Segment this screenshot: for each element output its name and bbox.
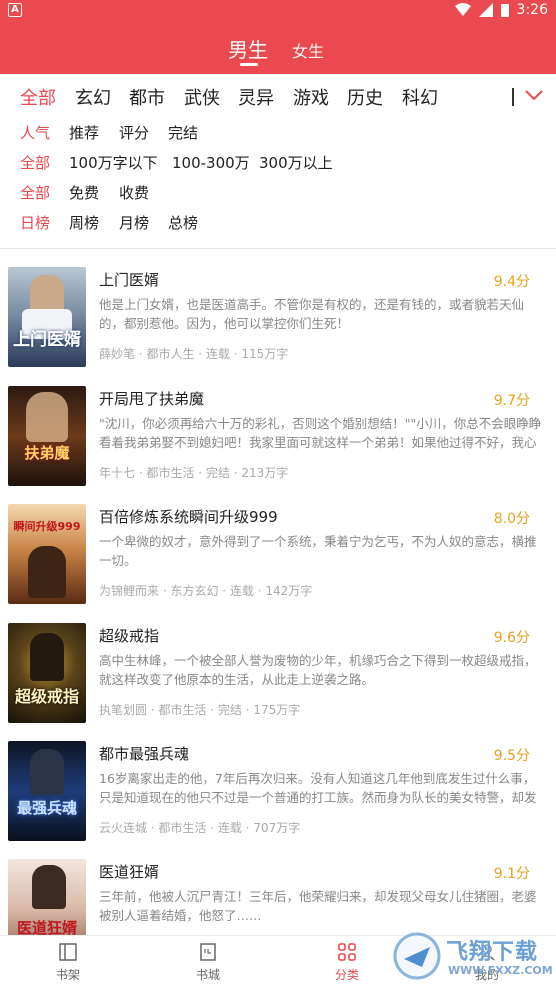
filter-daily[interactable]: 日榜 [20, 212, 50, 233]
book-title[interactable]: 开局甩了扶弟魔 [99, 388, 204, 409]
category-lishi[interactable]: 历史 [347, 84, 383, 110]
filter-rating[interactable]: 评分 [119, 122, 149, 143]
book-score: 9.5分 [493, 748, 530, 764]
book-title[interactable]: 都市最强兵魂 [99, 743, 189, 764]
filter-row-length: 全部 100万字以下 100-300万 300万以上 [0, 152, 556, 182]
notification-icon: A [8, 3, 22, 17]
book-title[interactable]: 医道狂婿 [99, 861, 159, 882]
book-cover[interactable]: 扶弟魔 [8, 386, 86, 486]
book-meta: 为锦鲤而来 · 东方玄幻 · 连载 · 142万字 [99, 584, 313, 598]
watermark-text: 飞翔下载 [446, 940, 539, 965]
signal-icon [478, 3, 493, 17]
filter-divider [0, 248, 556, 249]
filter-price-all[interactable]: 全部 [20, 182, 50, 203]
wifi-icon [454, 3, 471, 16]
nav-label: 书架 [55, 968, 80, 982]
tab-female[interactable]: 女生 [292, 38, 324, 62]
filter-weekly[interactable]: 周榜 [69, 212, 99, 233]
filter-length-all[interactable]: 全部 [20, 152, 50, 173]
filter-completed[interactable]: 完结 [168, 122, 198, 143]
nav-category[interactable]: 分类 [317, 942, 377, 983]
watermark-url: WWW.FXXZ.COM [448, 964, 553, 977]
category-divider [512, 88, 514, 106]
battery-icon [500, 4, 509, 17]
book-item[interactable]: 超级戒指 超级戒指 9.6分 高中生林峰，一个被全部人誉为废物的少年，机缘巧合之… [0, 623, 556, 741]
filter-recommend[interactable]: 推荐 [69, 122, 99, 143]
book-item[interactable]: 瞬间升级999 百倍修炼系统瞬间升级999 8.0分 一个卑微的奴才，意外得到了… [0, 504, 556, 622]
filter-under-1m[interactable]: 100万字以下 [69, 152, 158, 173]
book-meta: 年十七 · 都市生活 · 完结 · 213万字 [99, 466, 289, 480]
filter-free[interactable]: 免费 [69, 182, 99, 203]
category-all[interactable]: 全部 [20, 84, 56, 110]
filter-popularity[interactable]: 人气 [20, 122, 50, 143]
grid-icon [338, 943, 356, 961]
book-item[interactable]: 最强兵魂 都市最强兵魂 9.5分 16岁离家出走的他，7年后再次归来。没有人知道… [0, 741, 556, 859]
book-description: 高中生林峰，一个被全部人誉为废物的少年，机缘巧合之下得到一枚超级戒指，就这样改变… [99, 653, 537, 687]
book-title[interactable]: 超级戒指 [99, 625, 159, 646]
book-description: "沈川，你必须再给六十万的彩礼，否则这个婚别想结！""小川，你总不会眼睁睁看着我… [99, 416, 542, 450]
status-icons: 3:26 [454, 2, 548, 18]
filter-total[interactable]: 总榜 [168, 212, 198, 233]
status-time: 3:26 [516, 2, 548, 18]
book-score: 9.7分 [493, 393, 530, 409]
book-description: 一个卑微的奴才，意外得到了一个系统，秉着宁为乞丐，不为人奴的意志，横推一切。 [99, 534, 537, 568]
book-description: 他是上门女婿，也是医道高手。不管你是有权的，还是有钱的，或者貌若天仙的，都别惹他… [99, 297, 525, 331]
cover-title: 扶弟魔 [24, 444, 70, 462]
cover-title: 超级戒指 [14, 687, 79, 706]
book-score: 9.4分 [493, 274, 530, 290]
cover-title: 医道狂婿 [16, 919, 77, 935]
book-meta: 云火连城 · 都市生活 · 连载 · 707万字 [99, 821, 301, 835]
watermark-logo-icon [393, 932, 441, 980]
category-youxi[interactable]: 游戏 [293, 84, 329, 110]
filter-monthly[interactable]: 月榜 [119, 212, 149, 233]
nav-label: 分类 [334, 968, 359, 982]
cover-title: 最强兵魂 [16, 799, 77, 817]
book-meta: 执笔划圆 · 都市生活 · 完结 · 175万字 [99, 703, 301, 717]
book-title[interactable]: 上门医婿 [99, 269, 159, 290]
book-cover[interactable]: 上门医婿 [8, 267, 86, 367]
nav-bookshelf[interactable]: 书架 [38, 942, 98, 983]
filter-row-price: 全部 免费 收费 [0, 182, 556, 212]
chevron-down-icon[interactable] [524, 88, 544, 102]
book-description: 16岁离家出走的他，7年后再次归来。没有人知道这几年他到底发生过什么事，只是知道… [99, 771, 537, 805]
filter-paid[interactable]: 收费 [119, 182, 149, 203]
book-cover[interactable]: 瞬间升级999 [8, 504, 86, 604]
tab-male[interactable]: 男生 [228, 34, 268, 63]
book-score: 9.6分 [493, 630, 530, 646]
cover-title: 上门医婿 [13, 330, 81, 350]
book-description: 三年前，他被人沉尸青江！三年后，他荣耀归来，却发现父母女儿住猪圈，老婆被别人逼着… [99, 889, 537, 923]
category-kehuan[interactable]: 科幻 [402, 84, 438, 110]
filter-1m-3m[interactable]: 100-300万 [172, 152, 250, 173]
book-item[interactable]: 扶弟魔 开局甩了扶弟魔 9.7分 "沈川，你必须再给六十万的彩礼，否则这个婚别想… [0, 386, 556, 504]
filter-row-sort: 人气 推荐 评分 完结 [0, 122, 556, 152]
book-score: 8.0分 [493, 511, 530, 527]
book-meta: 薛妙笔 · 都市人生 · 连载 · 115万字 [99, 347, 289, 361]
bookshelf-icon [59, 943, 77, 961]
filter-over-3m[interactable]: 300万以上 [259, 152, 333, 173]
book-item[interactable]: 医道狂婿 医道狂婿 9.1分 三年前，他被人沉尸青江！三年后，他荣耀归来，却发现… [0, 859, 556, 935]
active-tab-indicator [240, 63, 258, 66]
category-xuanhuan[interactable]: 玄幻 [75, 84, 111, 110]
category-tabs: 全部 玄幻 都市 武侠 灵异 游戏 历史 科幻 [0, 74, 556, 118]
book-item[interactable]: 上门医婿 上门医婿 9.4分 他是上门女婿，也是医道高手。不管你是有权的，还是有… [0, 267, 556, 385]
category-dushi[interactable]: 都市 [129, 84, 165, 110]
bookstore-icon [200, 943, 216, 961]
category-lingyi[interactable]: 灵异 [238, 84, 274, 110]
book-cover[interactable]: 医道狂婿 [8, 859, 86, 935]
book-title[interactable]: 百倍修炼系统瞬间升级999 [99, 506, 278, 527]
status-bar: A 3:26 [0, 0, 556, 22]
book-cover[interactable]: 超级戒指 [8, 623, 86, 723]
book-score: 9.1分 [493, 866, 530, 882]
filter-row-ranking: 日榜 周榜 月榜 总榜 [0, 212, 556, 242]
cover-title: 瞬间升级999 [13, 520, 81, 533]
gender-tabs-header: 男生 女生 [0, 22, 556, 74]
watermark: 飞翔下载 WWW.FXXZ.COM [392, 928, 553, 984]
category-wuxia[interactable]: 武侠 [184, 84, 220, 110]
nav-bookstore[interactable]: 书城 [178, 942, 238, 983]
book-cover[interactable]: 最强兵魂 [8, 741, 86, 841]
nav-label: 书城 [195, 968, 220, 982]
